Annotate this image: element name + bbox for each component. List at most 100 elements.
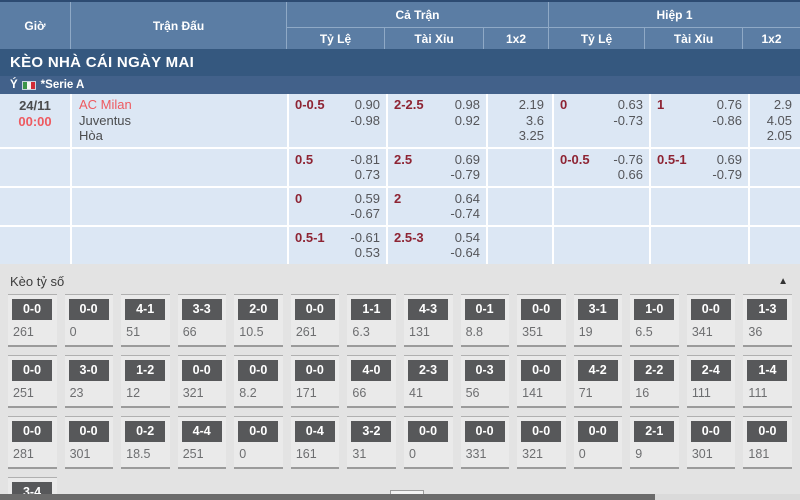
odds-value-top: -0.61 [350,230,380,246]
score-odds-cell[interactable]: 0-08.2 [234,355,283,408]
odds-table-header: Giờ Trận Đấu Cả Trận Hiệp 1 Tỷ Lệ Tài Xỉ… [0,2,800,49]
match-cell [72,188,287,225]
score-odds-cell[interactable]: 0-0261 [8,294,57,347]
score-odds-cell[interactable]: 0-0181 [743,416,792,469]
ft-overunder-cell[interactable]: 2.50.69-0.79 [388,149,486,186]
score-odds-cell[interactable]: 3-231 [347,416,396,469]
score-odds-cell[interactable]: 2-010.5 [234,294,283,347]
odds-value-top: 0.64 [455,191,480,207]
score-odds-cell[interactable]: 3-119 [574,294,623,347]
score-odds-cell[interactable]: 0-00 [574,416,623,469]
score-odds-value: 36 [748,325,792,340]
correct-score-header[interactable]: Kèo tỷ số ▲ [0,272,800,294]
odds-value-bottom: 0.92 [455,113,480,129]
score-odds-value: 31 [352,447,396,462]
score-odds-cell[interactable]: 1-06.5 [630,294,679,347]
score-chip: 2-0 [238,299,278,320]
score-odds-cell[interactable]: 4-151 [121,294,170,347]
odds-value-top: 0.54 [455,230,480,246]
odds-value-bottom: 0.66 [618,167,643,183]
score-odds-cell[interactable]: 0-0261 [291,294,340,347]
score-odds-cell[interactable]: 2-216 [630,355,679,408]
score-odds-cell[interactable]: 4-4251 [178,416,227,469]
score-odds-value: 0 [409,447,453,462]
ft-handicap-cell[interactable]: 0-0.50.90-0.98 [289,94,386,147]
score-odds-value: 71 [579,386,623,401]
score-odds-cell[interactable]: 4-066 [347,355,396,408]
handicap-line: 0.5-1 [295,230,325,261]
ft-handicap-cell[interactable]: 00.59-0.67 [289,188,386,225]
score-odds-cell[interactable]: 0-356 [461,355,510,408]
league-row-serie-a[interactable]: Ý *Serie A [0,76,800,94]
score-odds-cell[interactable]: 0-18.8 [461,294,510,347]
ft-overunder-cell[interactable]: 2-2.50.980.92 [388,94,486,147]
score-odds-cell[interactable]: 0-0301 [687,416,736,469]
score-odds-cell[interactable]: 4-271 [574,355,623,408]
score-odds-cell[interactable]: 1-4111 [743,355,792,408]
score-odds-cell[interactable]: 1-16.3 [347,294,396,347]
odds-value-top: 0.98 [455,97,480,113]
ft-overunder-cell[interactable]: 20.64-0.74 [388,188,486,225]
score-odds-cell[interactable]: 0-0171 [291,355,340,408]
odds-value-top: 0.76 [717,97,742,113]
score-chip: 1-1 [351,299,391,320]
ft-1x2-cell[interactable]: 2.193.63.25 [488,94,552,147]
horizontal-scrollbar-track[interactable] [0,494,800,500]
score-odds-cell[interactable]: 0-00 [404,416,453,469]
home-team[interactable]: AC Milan [79,97,281,113]
score-odds-value: 6.3 [352,325,396,340]
score-odds-value: 0 [70,325,114,340]
col-header-h1-handicap: Tỷ Lệ [549,28,644,49]
h1-overunder-cell[interactable]: 10.76-0.86 [651,94,748,147]
score-odds-cell[interactable]: 0-0341 [687,294,736,347]
score-odds-cell[interactable]: 3-023 [65,355,114,408]
odds-values: -0.760.66 [613,152,643,183]
score-odds-cell[interactable]: 2-341 [404,355,453,408]
match-cell: AC MilanJuventusHòa [72,94,287,147]
odds-values: 0.76-0.86 [712,97,742,144]
score-odds-cell[interactable]: 1-212 [121,355,170,408]
handicap-line: 0 [295,191,302,222]
odds-row: 24/1100:00AC MilanJuventusHòa0-0.50.90-0… [0,94,800,147]
score-odds-cell[interactable]: 0-218.5 [121,416,170,469]
score-chip: 0-0 [521,299,561,320]
odds-values: 0.69-0.79 [450,152,480,183]
score-odds-value: 251 [183,447,227,462]
time-cell: 24/1100:00 [0,94,70,147]
score-odds-cell[interactable]: 0-0301 [65,416,114,469]
odds-value-top: 0.59 [355,191,380,207]
score-odds-cell[interactable]: 0-00 [65,294,114,347]
chevron-up-icon[interactable]: ▲ [778,276,788,287]
h1-handicap-cell[interactable]: 0-0.5-0.760.66 [554,149,649,186]
score-odds-cell[interactable]: 2-4111 [687,355,736,408]
handicap-line: 2.5-3 [394,230,424,261]
score-odds-cell[interactable]: 4-3131 [404,294,453,347]
h1-handicap-cell[interactable]: 00.63-0.73 [554,94,649,147]
score-odds-cell[interactable]: 0-00 [234,416,283,469]
score-odds-cell[interactable]: 0-0321 [517,416,566,469]
h1-overunder-cell[interactable]: 0.5-10.69-0.79 [651,149,748,186]
italy-flag-icon [22,81,36,90]
score-odds-value: 23 [70,386,114,401]
score-odds-value: 111 [692,386,736,401]
correct-score-grid: 0-02610-004-1513-3662-010.50-02611-16.34… [0,294,800,500]
ft-overunder-cell[interactable]: 2.5-30.54-0.64 [388,227,486,264]
score-odds-cell[interactable]: 0-0251 [8,355,57,408]
score-chip: 0-1 [465,299,505,320]
score-odds-cell[interactable]: 3-366 [178,294,227,347]
score-odds-cell[interactable]: 1-336 [743,294,792,347]
score-odds-cell[interactable]: 0-0141 [517,355,566,408]
score-odds-cell[interactable]: 2-19 [630,416,679,469]
score-chip: 3-0 [69,360,109,381]
horizontal-scrollbar-thumb[interactable] [0,494,655,500]
score-odds-cell[interactable]: 0-0331 [461,416,510,469]
h1-1x2-cell[interactable]: 2.94.052.05 [750,94,800,147]
handicap-line: 0-0.5 [295,97,325,144]
away-team[interactable]: Juventus [79,113,281,129]
score-odds-cell[interactable]: 0-4161 [291,416,340,469]
ft-handicap-cell[interactable]: 0.5-1-0.610.53 [289,227,386,264]
ft-handicap-cell[interactable]: 0.5-0.810.73 [289,149,386,186]
score-odds-cell[interactable]: 0-0321 [178,355,227,408]
score-odds-cell[interactable]: 0-0351 [517,294,566,347]
score-odds-cell[interactable]: 0-0281 [8,416,57,469]
